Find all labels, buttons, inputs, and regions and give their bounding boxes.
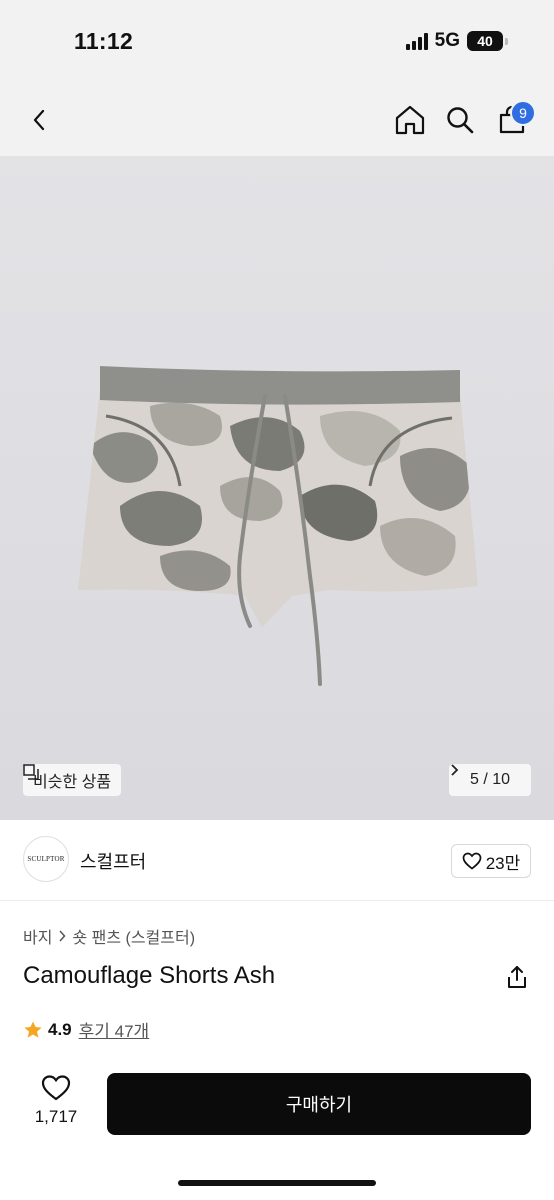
rating-value: 4.9	[48, 1019, 72, 1039]
wishlist-button[interactable]: 1,717	[22, 1074, 90, 1144]
home-button[interactable]	[390, 100, 430, 140]
heart-icon	[41, 1075, 71, 1101]
brand-name[interactable]: 스컬프터	[80, 848, 146, 874]
breadcrumb-category[interactable]: 바지	[23, 924, 52, 948]
chevron-left-icon	[33, 109, 45, 131]
breadcrumb: 바지 숏 팬츠 (스컬프터)	[23, 924, 195, 948]
brand-like-button[interactable]: 23만	[451, 844, 531, 878]
product-image	[78, 366, 478, 686]
star-icon	[24, 1021, 42, 1038]
status-time: 11:12	[74, 28, 134, 54]
status-indicators: 5G 40	[405, 30, 508, 52]
wishlist-count: 1,717	[34, 1107, 78, 1126]
product-title: Camouflage Shorts Ash	[23, 962, 276, 989]
reviews-link[interactable]: 후기 47개	[79, 1017, 150, 1042]
buy-button[interactable]: 구매하기	[107, 1073, 531, 1135]
battery-icon: 40	[467, 31, 503, 51]
similar-products-label: 비슷한 상품	[33, 774, 112, 791]
brand-logo-text: SCULPTOR	[27, 855, 65, 863]
breadcrumb-subcategory[interactable]: 숏 팬츠 (스컬프터)	[72, 924, 195, 948]
similar-products-button[interactable]: 비슷한 상품	[23, 764, 122, 796]
cart-count-badge: 9	[510, 100, 536, 126]
signal-icon	[405, 32, 428, 50]
brand-logo[interactable]: SCULPTOR	[23, 836, 69, 882]
status-bar: 11:12 5G 40	[0, 0, 554, 84]
chevron-right-icon	[451, 764, 459, 776]
heart-icon	[462, 852, 482, 870]
chevron-right-icon	[59, 930, 66, 942]
battery-level: 40	[477, 33, 493, 49]
search-button[interactable]	[440, 100, 480, 140]
purchase-bar: 1,717 구매하기	[0, 1060, 554, 1200]
share-button[interactable]	[504, 964, 530, 990]
similar-icon	[23, 764, 39, 780]
home-indicator	[178, 1180, 376, 1186]
page-indicator: 5 / 10	[469, 771, 511, 788]
search-icon	[447, 107, 474, 134]
share-icon	[508, 966, 526, 988]
back-button[interactable]	[20, 100, 60, 140]
home-icon	[395, 105, 425, 135]
brand-like-count: 23만	[485, 853, 521, 873]
network-type: 5G	[434, 30, 460, 51]
rating-row: 4.9 후기 47개	[23, 1017, 149, 1042]
image-pager[interactable]: 5 / 10	[449, 764, 531, 796]
top-nav-bar	[0, 84, 554, 156]
battery-tip	[505, 37, 508, 45]
brand-row[interactable]: SCULPTOR 스컬프터 23만	[0, 820, 554, 901]
product-image-gallery[interactable]: 비슷한 상품 5 / 10	[0, 156, 554, 820]
